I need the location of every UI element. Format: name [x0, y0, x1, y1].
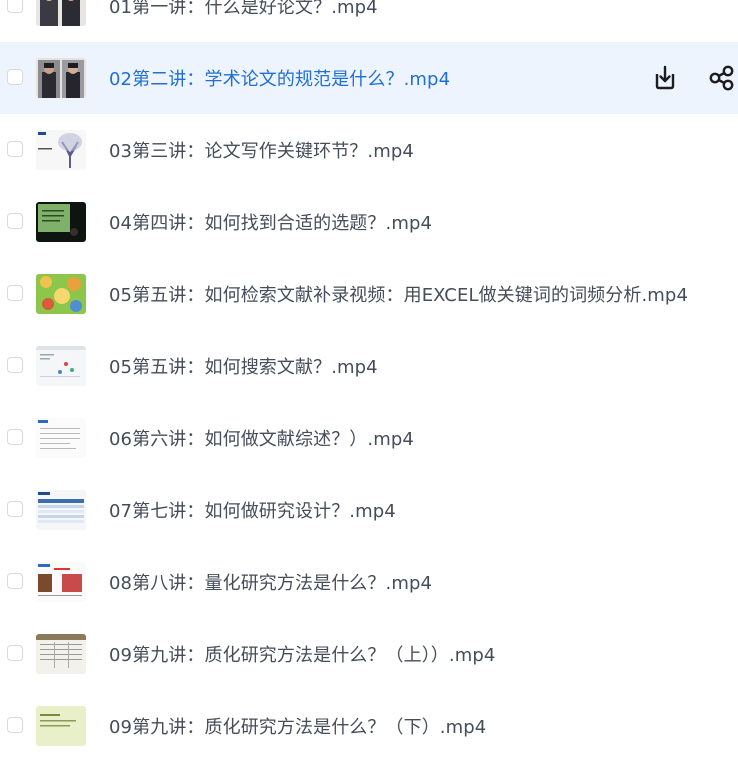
file-name[interactable]: 09第九讲：质化研究方法是什么？（下）.mp4	[109, 713, 486, 739]
video-thumbnail[interactable]	[36, 202, 86, 242]
video-thumbnail[interactable]	[36, 562, 86, 602]
row-checkbox[interactable]	[7, 429, 23, 445]
file-row[interactable]: 09第九讲：质化研究方法是什么？（下）.mp4	[0, 690, 738, 762]
file-name[interactable]: 08第八讲：量化研究方法是什么？.mp4	[109, 569, 432, 595]
row-checkbox[interactable]	[7, 717, 23, 733]
row-checkbox[interactable]	[7, 0, 23, 13]
download-icon	[655, 65, 675, 90]
file-row[interactable]: 05第五讲：如何搜索文献？.mp4	[0, 330, 738, 402]
file-row[interactable]: 05第五讲：如何检索文献补录视频：用EXCEL做关键词的词频分析.mp4	[0, 258, 738, 330]
file-row[interactable]: 09第九讲：质化研究方法是什么？（上））.mp4	[0, 618, 738, 690]
file-name[interactable]: 05第五讲：如何检索文献补录视频：用EXCEL做关键词的词频分析.mp4	[109, 281, 688, 307]
file-row[interactable]: 03第三讲：论文写作关键环节？.mp4	[0, 114, 738, 186]
row-checkbox[interactable]	[7, 357, 23, 373]
file-row[interactable]: 06第六讲：如何做文献综述？）.mp4	[0, 402, 738, 474]
file-row[interactable]: 02第二讲：学术论文的规范是什么？.mp4	[0, 42, 738, 114]
file-name[interactable]: 02第二讲：学术论文的规范是什么？.mp4	[109, 65, 450, 91]
file-name[interactable]: 01第一讲：什么是好论文？.mp4	[109, 0, 378, 19]
download-button[interactable]	[651, 64, 679, 92]
video-thumbnail[interactable]	[36, 346, 86, 386]
row-checkbox[interactable]	[7, 69, 23, 85]
file-name[interactable]: 05第五讲：如何搜索文献？.mp4	[109, 353, 378, 379]
video-thumbnail[interactable]	[36, 130, 86, 170]
row-checkbox[interactable]	[7, 573, 23, 589]
row-checkbox[interactable]	[7, 285, 23, 301]
row-checkbox[interactable]	[7, 213, 23, 229]
file-row[interactable]: 04第四讲：如何找到合适的选题？.mp4	[0, 186, 738, 258]
file-name[interactable]: 07第七讲：如何做研究设计？.mp4	[109, 497, 396, 523]
row-checkbox[interactable]	[7, 141, 23, 157]
row-checkbox[interactable]	[7, 645, 23, 661]
video-thumbnail[interactable]	[36, 418, 86, 458]
video-thumbnail[interactable]	[36, 490, 86, 530]
video-thumbnail[interactable]	[36, 0, 86, 26]
file-name[interactable]: 09第九讲：质化研究方法是什么？（上））.mp4	[109, 641, 495, 667]
video-thumbnail[interactable]	[36, 274, 86, 314]
video-thumbnail[interactable]	[36, 58, 86, 98]
file-row[interactable]: 01第一讲：什么是好论文？.mp4	[0, 0, 738, 42]
video-thumbnail[interactable]	[36, 634, 86, 674]
file-name[interactable]: 06第六讲：如何做文献综述？）.mp4	[109, 425, 414, 451]
share-button[interactable]	[708, 64, 736, 92]
file-list: 01第一讲：什么是好论文？.mp4 02第二讲：学术论文的规范是什么？.mp4	[0, 0, 738, 762]
file-row[interactable]: 07第七讲：如何做研究设计？.mp4	[0, 474, 738, 546]
file-name[interactable]: 04第四讲：如何找到合适的选题？.mp4	[109, 209, 432, 235]
share-icon	[709, 65, 734, 91]
row-checkbox[interactable]	[7, 501, 23, 517]
video-thumbnail[interactable]	[36, 706, 86, 746]
file-name[interactable]: 03第三讲：论文写作关键环节？.mp4	[109, 137, 414, 163]
file-row[interactable]: 08第八讲：量化研究方法是什么？.mp4	[0, 546, 738, 618]
